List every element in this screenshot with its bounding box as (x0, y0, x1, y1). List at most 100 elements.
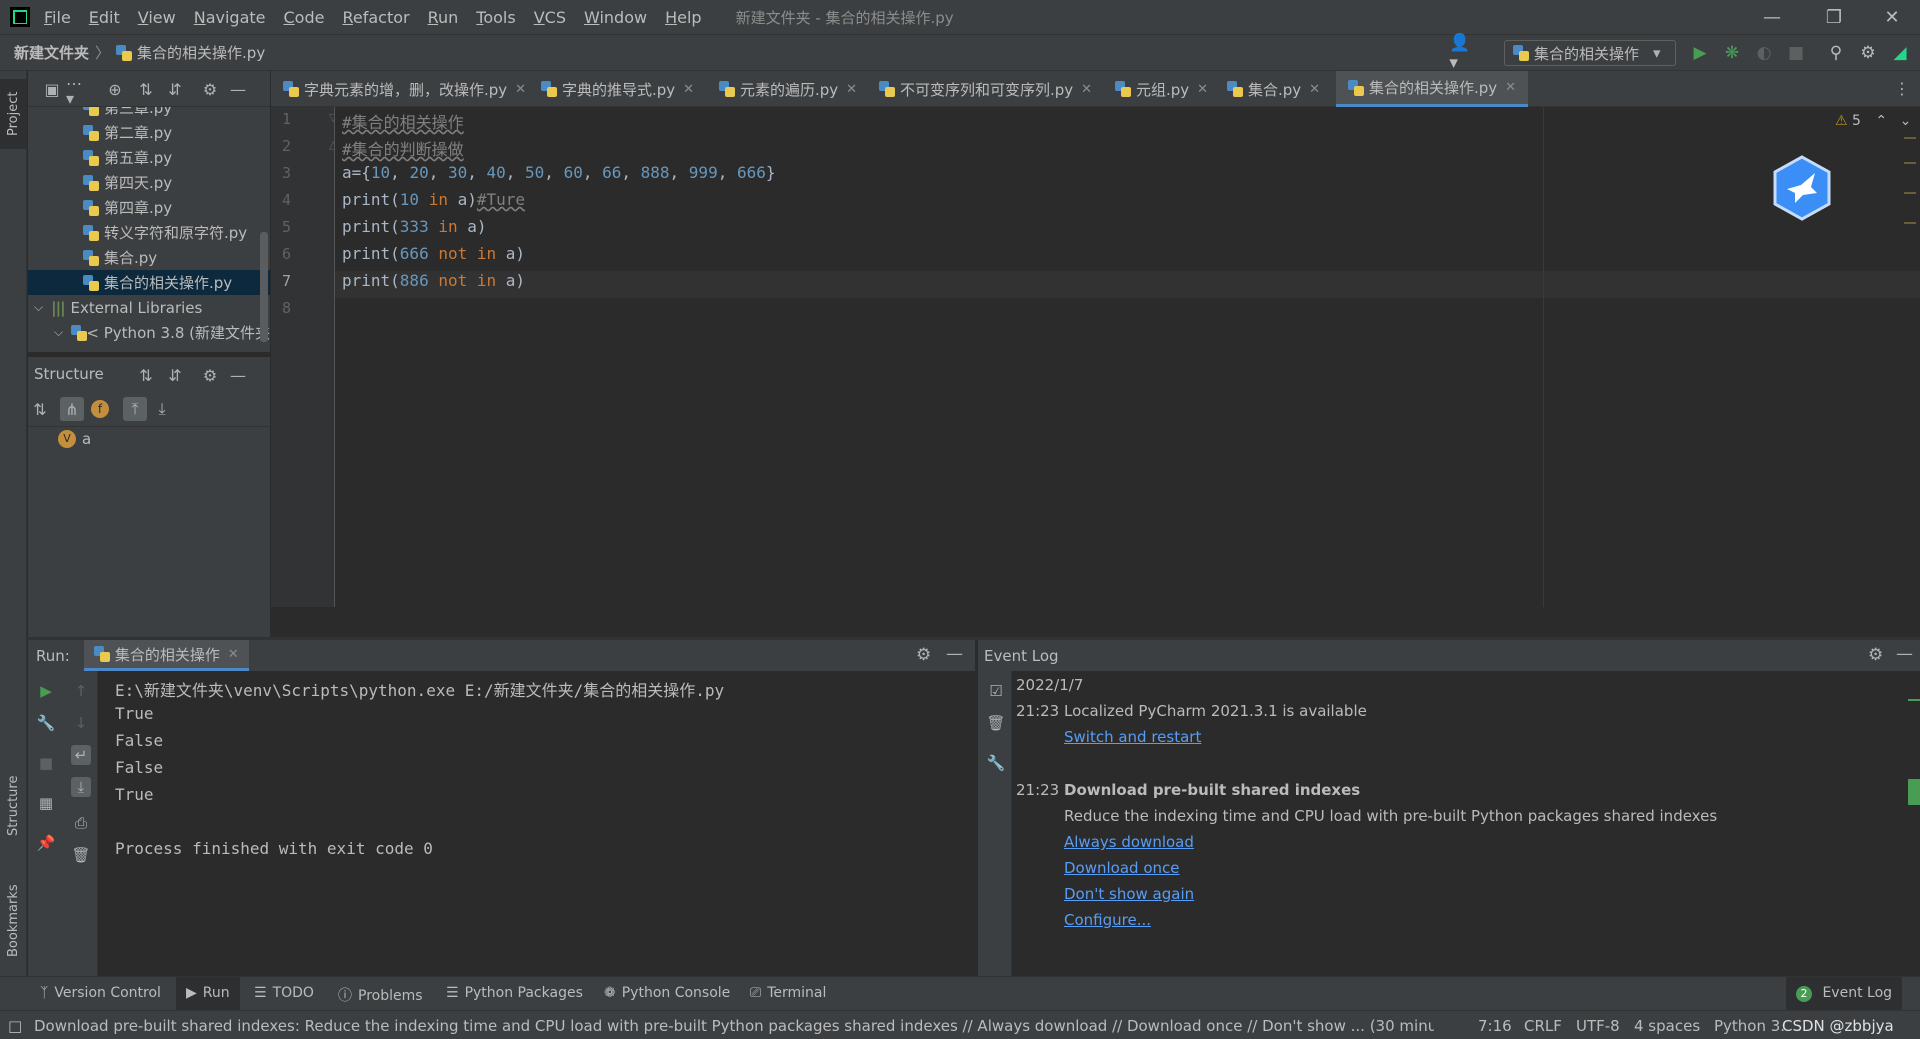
more-tabs-icon[interactable]: ⋮ (1894, 79, 1910, 98)
file-encoding[interactable]: UTF-8 (1576, 1017, 1620, 1035)
switch-restart-link[interactable]: Switch and restart (1064, 728, 1201, 746)
hide-run-button[interactable]: — (946, 644, 963, 664)
print-button[interactable]: ⎙ (71, 813, 91, 833)
scroll-up-button[interactable]: ↑ (71, 681, 91, 701)
indent-setting[interactable]: 4 spaces (1634, 1017, 1700, 1035)
restore-button[interactable]: ❐ (1806, 0, 1862, 35)
tree-item[interactable]: 第四章.py (28, 195, 270, 220)
always-download-link[interactable]: Always download (1064, 833, 1194, 851)
tab-run[interactable]: ▶ Run (176, 977, 240, 1011)
tree-item[interactable]: 第五章.py (28, 145, 270, 170)
user-icon[interactable]: 👤▾ (1449, 33, 1470, 73)
clear-console-button[interactable]: 🗑 (71, 845, 91, 865)
menu-refactor[interactable]: Refactor (342, 8, 409, 27)
pin-tab-button[interactable]: 📌 (36, 833, 56, 853)
feishu-bird-icon[interactable] (1771, 155, 1833, 221)
breadcrumb-file[interactable]: 集合的相关操作.py (116, 42, 265, 63)
toggle-tool-windows-icon[interactable]: □ (8, 1017, 22, 1035)
event-marker[interactable] (1908, 779, 1920, 805)
editor-tab[interactable]: 字典元素的增，删，改操作.py ✕ (271, 71, 529, 107)
tab-problems[interactable]: ⓘ Problems (338, 985, 423, 1005)
sort-alpha-button[interactable]: ⇅ (28, 397, 52, 421)
hide-panel-button[interactable]: — (226, 77, 250, 101)
breadcrumb-project[interactable]: 新建文件夹 (14, 42, 89, 63)
bookmarks-tool-tab[interactable]: Bookmarks (0, 871, 27, 971)
event-log-config-button[interactable]: 🔧 (986, 753, 1006, 773)
line-separator[interactable]: CRLF (1524, 1017, 1562, 1035)
tree-item[interactable]: 转义字符和原字符.py (28, 220, 270, 245)
show-fields-button[interactable]: f (88, 397, 112, 421)
scroll-down-button[interactable]: ↓ (71, 713, 91, 733)
close-icon[interactable]: ✕ (846, 82, 857, 97)
configure-link[interactable]: Configure... (1064, 911, 1151, 929)
close-icon[interactable]: ✕ (1309, 82, 1320, 97)
project-scrollbar[interactable] (260, 232, 268, 342)
close-icon[interactable]: ✕ (1197, 82, 1208, 97)
modify-config-button[interactable]: 🔧 (36, 713, 56, 733)
project-settings-button[interactable]: ⚙ (198, 77, 222, 101)
run-console-output[interactable]: E:\新建文件夹\venv\Scripts\python.exe E:/新建文件… (98, 671, 975, 976)
soft-wrap-button[interactable]: ↵ (71, 745, 91, 765)
chevron-down-icon[interactable]: ⌄ (1900, 113, 1912, 129)
event-log-settings-button[interactable]: ⚙ (1868, 645, 1883, 665)
structure-item[interactable]: V a (58, 430, 91, 448)
dont-show-again-link[interactable]: Don't show again (1064, 885, 1194, 903)
tree-item-python-sdk[interactable]: ⌵ < Python 3.8 (新建文件夹 (28, 320, 270, 345)
menu-run[interactable]: Run (428, 8, 459, 27)
event-marker[interactable] (1908, 699, 1920, 701)
hide-structure-button[interactable]: — (226, 363, 250, 387)
interpreter-setting[interactable]: Python 3. (1714, 1017, 1785, 1035)
editor-tab[interactable]: 字典的推导式.py ✕ (529, 71, 707, 107)
minimize-button[interactable]: — (1744, 0, 1800, 35)
tree-item[interactable]: 第四天.py (28, 170, 270, 195)
run-tab[interactable]: 集合的相关操作 ✕ (83, 640, 249, 671)
editor-tab[interactable]: 元素的遍历.py ✕ (707, 71, 867, 107)
close-icon[interactable]: ✕ (683, 82, 694, 97)
layout-button[interactable]: ▦ (36, 793, 56, 813)
caret-position[interactable]: 7:16 (1478, 1017, 1512, 1035)
tree-item[interactable]: 第二章.py (28, 120, 270, 145)
close-icon[interactable]: ✕ (228, 647, 239, 662)
close-icon[interactable]: ✕ (1081, 82, 1092, 97)
chevron-up-icon[interactable]: ⌃ (1875, 113, 1887, 129)
project-tool-tab[interactable]: Project (0, 79, 27, 149)
menu-view[interactable]: View (138, 8, 176, 27)
stop-button[interactable]: ■ (1786, 43, 1806, 63)
coverage-button[interactable]: ◐ (1754, 43, 1774, 63)
hide-event-log-button[interactable]: — (1896, 644, 1913, 664)
tab-python-packages[interactable]: ☰ Python Packages (446, 985, 583, 1001)
warning-marker[interactable] (1904, 222, 1916, 224)
debug-button[interactable]: ❋ (1722, 43, 1742, 63)
run-button[interactable]: ▶ (1690, 43, 1710, 63)
expand-all-button[interactable]: ⇅ (134, 363, 158, 387)
collapse-all-button[interactable]: ⇵ (163, 363, 187, 387)
menu-window[interactable]: Window (584, 8, 647, 27)
tab-python-console[interactable]: ❁ Python Console (604, 985, 730, 1001)
structure-settings-button[interactable]: ⚙ (198, 363, 222, 387)
download-once-link[interactable]: Download once (1064, 859, 1180, 877)
rerun-button[interactable]: ▶ (36, 681, 56, 701)
run-settings-button[interactable]: ⚙ (916, 645, 931, 665)
menu-help[interactable]: Help (665, 8, 701, 27)
tab-version-control[interactable]: ᛉ Version Control (40, 985, 161, 1001)
mark-all-read-button[interactable]: ☑ (986, 681, 1006, 701)
show-inherited-button[interactable]: ⋔ (60, 397, 84, 421)
expand-all-button[interactable]: ⇅ (134, 77, 158, 101)
clear-log-button[interactable]: 🗑 (986, 713, 1006, 733)
close-window-button[interactable]: ✕ (1864, 0, 1920, 35)
inspection-widget[interactable]: ⚠ 5 ⌃ ⌄ (1835, 113, 1911, 129)
navigate-up-button[interactable]: ⤒ (123, 397, 147, 421)
tree-item-external-libraries[interactable]: ⌵ ||| External Libraries (28, 295, 270, 320)
tab-event-log[interactable]: 2 Event Log (1786, 977, 1903, 1011)
editor-tab[interactable]: 元组.py ✕ (1103, 71, 1215, 107)
status-message[interactable]: Download pre-built shared indexes: Reduc… (34, 1017, 1434, 1035)
warning-marker[interactable] (1904, 192, 1916, 194)
panel-view-select[interactable]: ▣ (40, 77, 64, 101)
collapse-all-button[interactable]: ⇵ (163, 77, 187, 101)
menu-file[interactable]: File (44, 8, 71, 27)
settings-button[interactable]: ⚙ (1858, 43, 1878, 63)
close-icon[interactable]: ✕ (1505, 80, 1516, 95)
search-button[interactable]: ⚲ (1826, 43, 1846, 63)
warning-marker[interactable] (1904, 137, 1916, 139)
menu-code[interactable]: Code (284, 8, 325, 27)
